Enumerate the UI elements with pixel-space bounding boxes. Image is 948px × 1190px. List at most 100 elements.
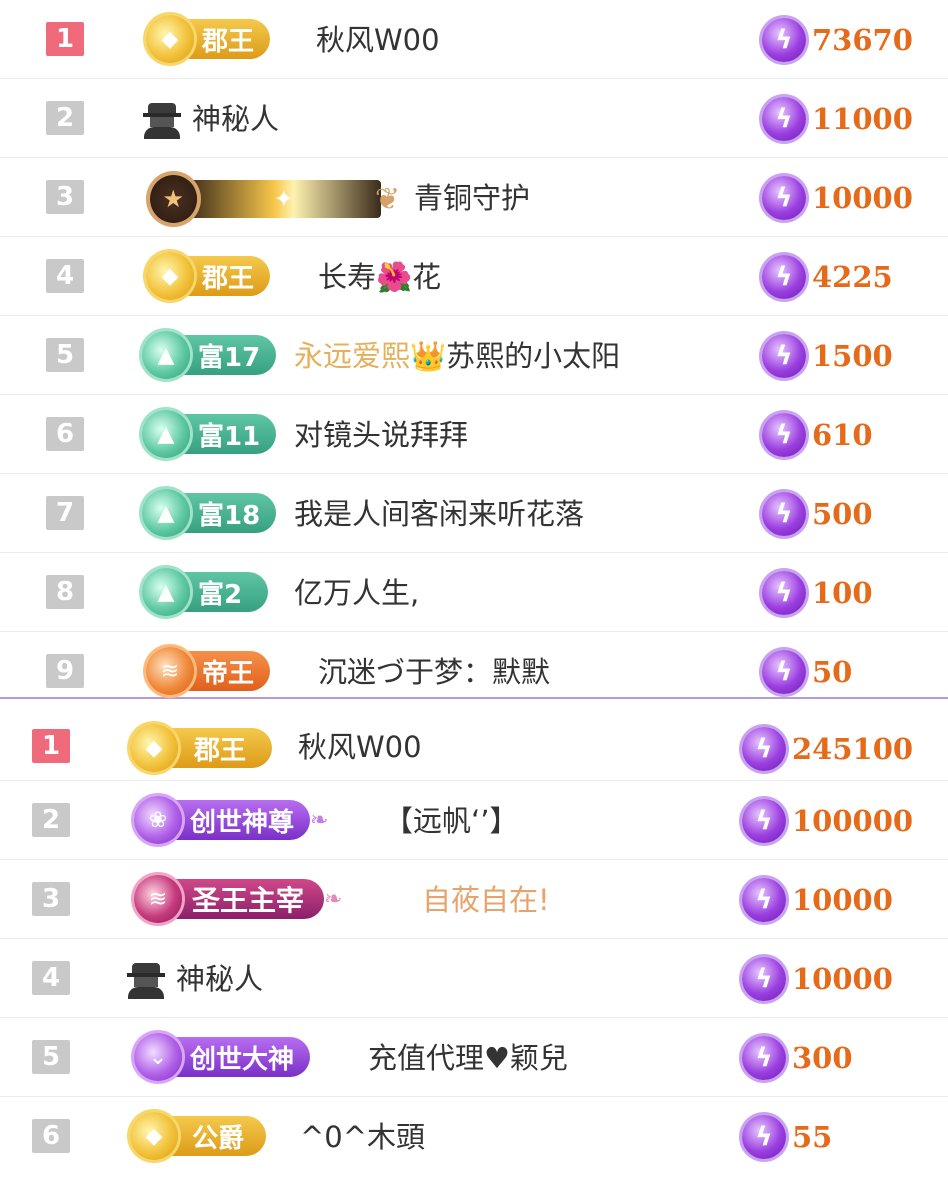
emperor-badge: ≋ 帝王 xyxy=(146,646,271,696)
lightning-icon: ϟ xyxy=(742,727,786,771)
mystery-person-icon xyxy=(126,963,166,999)
badge-label: 圣王主宰 xyxy=(168,879,325,919)
triangle-icon: ▲ xyxy=(142,331,190,379)
rank-badge: 3 xyxy=(32,882,70,916)
rank-badge: 4 xyxy=(32,961,70,995)
leaderboard-row[interactable]: 4 神秘人 ϟ 10000 xyxy=(0,939,948,1018)
leaderboard-row[interactable]: 3 ≋ 圣王主宰 ❧ 自莜自在! ϟ 10000 xyxy=(0,860,948,939)
user-name[interactable]: 秋风W00 xyxy=(316,20,440,60)
rank-badge: 6 xyxy=(46,417,84,451)
score: ϟ 10000 xyxy=(742,878,893,922)
wing-icon: ❧ xyxy=(310,807,329,833)
user-name[interactable]: 永远爱熙👑苏熙的小太阳 xyxy=(294,336,620,376)
leaderboard-row[interactable]: 5 ⌄ 创世大神 充值代理♥颖兒 ϟ 300 xyxy=(0,1018,948,1097)
sovereign-badge: ≋ 圣王主宰 ❧ xyxy=(134,874,342,924)
lightning-icon: ϟ xyxy=(762,571,806,615)
user-name[interactable]: 长寿🌺花 xyxy=(318,257,441,297)
wealth-badge: ▲ 富18 xyxy=(142,488,277,538)
score-value: 11000 xyxy=(812,102,913,136)
user-name[interactable]: 神秘人 xyxy=(176,959,263,999)
leaderboard-row[interactable]: 1 ◆ 郡王 秋风W00 ϟ 73670 xyxy=(0,0,948,79)
wealth-badge: ▲ 富2 xyxy=(142,567,269,617)
badge-label: 创世神尊 xyxy=(168,800,311,840)
score: ϟ 610 xyxy=(762,413,873,457)
leaderboard-row[interactable]: 6 ◆ 公爵 ^0^木頭 ϟ 55 xyxy=(0,1097,948,1177)
badge-label: 富18 xyxy=(176,493,277,533)
score-value: 100000 xyxy=(792,804,914,838)
noble-badge: ◆ 公爵 xyxy=(130,1111,267,1161)
badge-label: 公爵 xyxy=(164,1116,267,1156)
diamond-icon: ◆ xyxy=(146,252,194,300)
triangle-icon: ▲ xyxy=(142,410,190,458)
leaderboard-row[interactable]: 3 ★ ✦ ❦ 青铜守护 ϟ 10000 xyxy=(0,158,948,237)
leaderboard-row[interactable]: 1 ◆ 郡王 秋风W00 ϟ 245100 xyxy=(0,699,948,781)
score: ϟ 10000 xyxy=(742,957,893,1001)
score: ϟ 500 xyxy=(762,492,873,536)
score: ϟ 4225 xyxy=(762,255,893,299)
user-name[interactable]: 青铜守护 xyxy=(414,178,530,218)
triangle-icon: ▲ xyxy=(142,489,190,537)
rank-badge: 7 xyxy=(46,496,84,530)
triangle-icon: ▲ xyxy=(142,568,190,616)
creation-badge: ❀ 创世神尊 ❧ xyxy=(134,795,328,845)
score: ϟ 50 xyxy=(762,650,852,694)
lightning-icon: ϟ xyxy=(762,413,806,457)
score: ϟ 55 xyxy=(742,1115,832,1159)
lightning-icon: ϟ xyxy=(762,334,806,378)
user-name[interactable]: 沉迷づ于梦：默默 xyxy=(318,652,550,692)
user-name[interactable]: 【远帆‘’】 xyxy=(384,801,518,841)
leaderboard-row[interactable]: 5 ▲ 富17 永远爱熙👑苏熙的小太阳 ϟ 1500 xyxy=(0,316,948,395)
user-name[interactable]: 亿万人生, xyxy=(294,573,419,613)
score-value: 1500 xyxy=(812,339,893,373)
flower-icon: 🌺 xyxy=(376,260,413,294)
diamond-icon: ◆ xyxy=(130,724,178,772)
user-name[interactable]: ^0^木頭 xyxy=(300,1117,425,1157)
name-text: 苏熙的小太阳 xyxy=(446,339,621,373)
rank-badge: 2 xyxy=(46,101,84,135)
score-value: 55 xyxy=(792,1120,833,1154)
user-name[interactable]: 充值代理♥颖兒 xyxy=(368,1038,568,1078)
rank-badge: 8 xyxy=(46,575,84,609)
lightning-icon: ϟ xyxy=(742,878,786,922)
score-value: 10000 xyxy=(792,962,893,996)
lightning-icon: ϟ xyxy=(762,176,806,220)
leaderboard-row[interactable]: 7 ▲ 富18 我是人间客闲来听花落 ϟ 500 xyxy=(0,474,948,553)
leaderboard-row[interactable]: 9 ≋ 帝王 沉迷づ于梦：默默 ϟ 50 xyxy=(0,632,948,697)
leaderboard-row[interactable]: 2 神秘人 ϟ 11000 xyxy=(0,79,948,158)
score-value: 245100 xyxy=(792,732,914,766)
leaderboard-row[interactable]: 6 ▲ 富11 对镜头说拜拜 ϟ 610 xyxy=(0,395,948,474)
bottom-leaderboard: 1 ◆ 郡王 秋风W00 ϟ 245100 2 ❀ 创世神尊 ❧ 【远帆‘’】 … xyxy=(0,699,948,1190)
rank-badge: 9 xyxy=(46,654,84,688)
mystery-person-icon xyxy=(142,103,182,139)
chevron-icon: ≋ xyxy=(146,647,194,695)
user-name[interactable]: 自莜自在! xyxy=(422,880,550,920)
leaderboard-row[interactable]: 4 ◆ 郡王 长寿🌺花 ϟ 4225 xyxy=(0,237,948,316)
noble-badge: ◆ 郡王 xyxy=(146,251,271,301)
rank-badge: 3 xyxy=(46,180,84,214)
score: ϟ 300 xyxy=(742,1036,853,1080)
rose-icon: ❀ xyxy=(134,796,182,844)
score-value: 610 xyxy=(812,418,873,452)
user-name[interactable]: 神秘人 xyxy=(192,99,279,139)
banner-bar: ✦ xyxy=(186,180,381,218)
rank-badge: 2 xyxy=(32,803,70,837)
user-name[interactable]: 对镜头说拜拜 xyxy=(294,415,468,455)
score-value: 73670 xyxy=(812,23,913,57)
user-name[interactable]: 秋风W00 xyxy=(298,727,422,767)
score: ϟ 73670 xyxy=(762,18,913,62)
rank-badge: 1 xyxy=(46,22,84,56)
user-name[interactable]: 我是人间客闲来听花落 xyxy=(294,494,584,534)
name-text: 永远爱熙 xyxy=(294,339,411,373)
noble-badge: ◆ 郡王 xyxy=(130,723,273,773)
lightning-icon: ϟ xyxy=(742,957,786,1001)
name-text: 自莜自在! xyxy=(422,883,550,917)
leaderboard-row[interactable]: 8 ▲ 富2 亿万人生, ϟ 100 xyxy=(0,553,948,632)
star-icon: ★ xyxy=(150,175,197,223)
score-value: 50 xyxy=(812,655,853,689)
leaderboard-row[interactable]: 2 ❀ 创世神尊 ❧ 【远帆‘’】 ϟ 100000 xyxy=(0,781,948,860)
badge-label: 郡王 xyxy=(164,728,273,768)
score-value: 500 xyxy=(812,497,873,531)
diamond-icon: ◆ xyxy=(146,15,194,63)
wing-icon: ❧ xyxy=(324,886,343,912)
crown-icon: 👑 xyxy=(410,339,447,373)
